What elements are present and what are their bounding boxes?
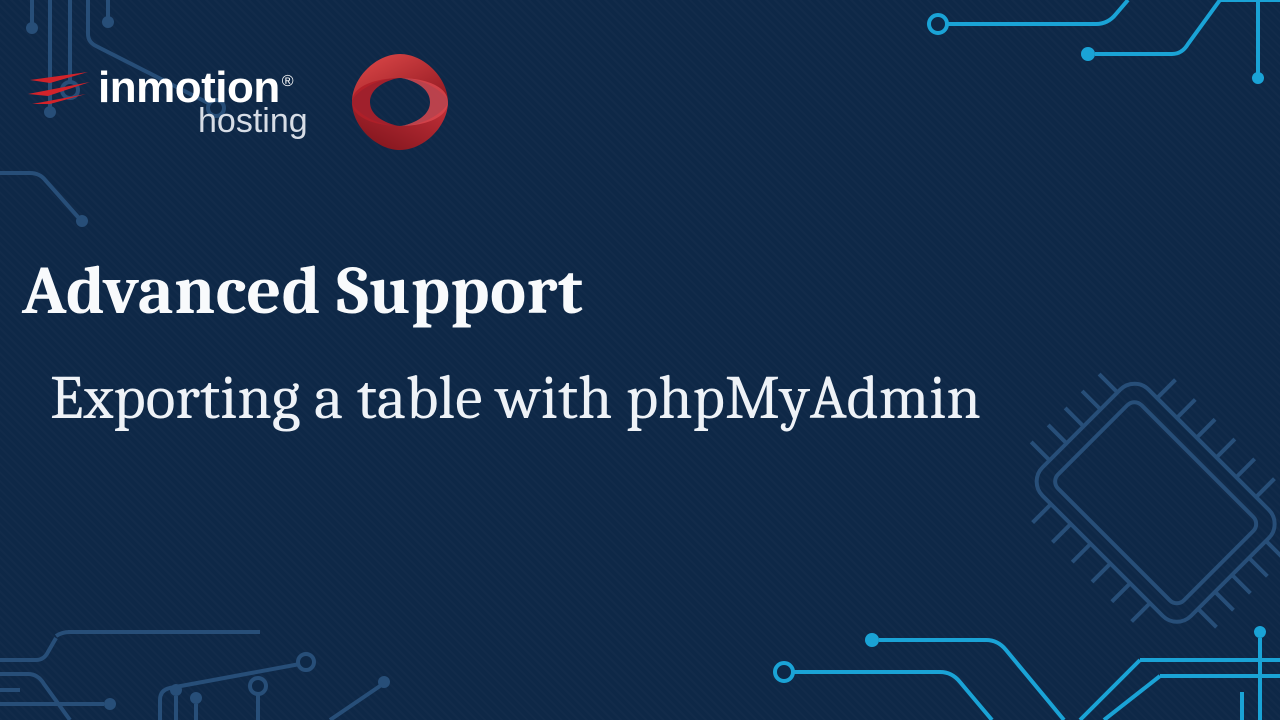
page-subtitle: Exporting a table with phpMyAdmin (22, 358, 1100, 439)
circuit-top-right (920, 0, 1280, 90)
brand-wordmark: inmotion® hosting (28, 66, 308, 138)
diamond-badge-icon (346, 48, 454, 156)
headline-block: Advanced Support Exporting a table with … (22, 252, 1100, 439)
circuit-left-mid (0, 165, 120, 235)
registered-mark: ® (282, 73, 293, 90)
swoosh-icon (28, 70, 92, 106)
circuit-bottom-right (760, 620, 1280, 720)
page-title: Advanced Support (22, 252, 1100, 330)
brand-logo-block: inmotion® hosting (28, 48, 454, 156)
circuit-bottom-left (0, 630, 420, 720)
